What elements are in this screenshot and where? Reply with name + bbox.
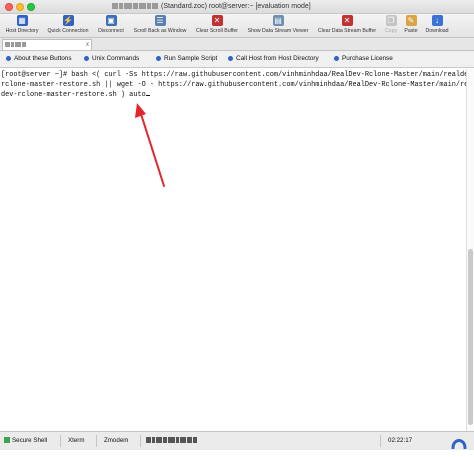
scrollbar-thumb[interactable] (468, 249, 473, 425)
zoc-logo-glyph (451, 439, 467, 450)
redacted-text (187, 437, 192, 444)
redacted-text (193, 437, 197, 444)
annotation-arrow (135, 103, 165, 187)
terminal-scrollbar[interactable] (466, 69, 474, 431)
redacted-text (152, 437, 155, 444)
status-divider (140, 435, 141, 447)
status-divider (96, 435, 97, 447)
arrow-shaft (140, 113, 165, 187)
redacted-text (146, 437, 151, 444)
status-bar: Secure Shell Xterm Zmodem 02:22:17 (0, 431, 474, 450)
redacted-text (156, 437, 162, 444)
terminal-type-status[interactable]: Xterm (68, 432, 85, 450)
connection-status-icon (4, 437, 10, 444)
transfer-protocol-status[interactable]: Zmodem (104, 432, 128, 450)
zoc-logo-icon (450, 434, 468, 457)
redacted-text (176, 437, 179, 444)
redacted-text (180, 437, 186, 444)
emulation-status[interactable]: Secure Shell (4, 432, 47, 450)
redacted-text (163, 437, 167, 444)
session-clock: 02:22:17 (388, 437, 413, 444)
arrow-head (135, 103, 146, 118)
redacted-text (168, 437, 175, 444)
redacted-status (146, 432, 198, 450)
status-divider (60, 435, 61, 447)
status-divider (380, 435, 381, 447)
